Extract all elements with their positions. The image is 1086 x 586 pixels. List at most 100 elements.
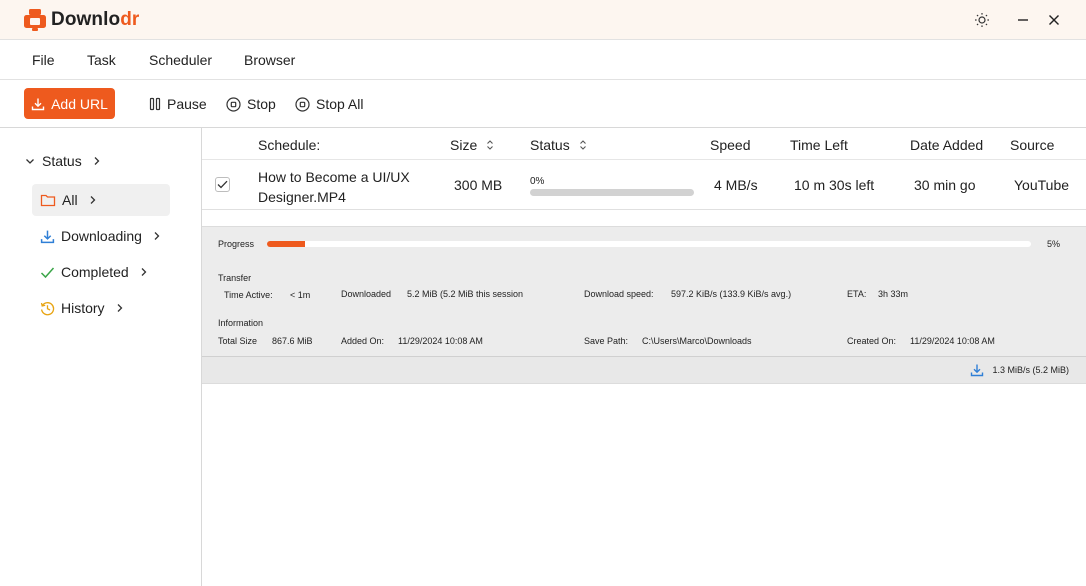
- close-button[interactable]: [1044, 10, 1064, 30]
- theme-toggle-button[interactable]: [972, 10, 992, 30]
- pause-button[interactable]: Pause: [149, 95, 207, 113]
- column-time-left[interactable]: Time Left: [790, 137, 848, 153]
- download-icon: [40, 230, 55, 243]
- sidebar-item-history[interactable]: History: [32, 292, 170, 324]
- menu-browser[interactable]: Browser: [244, 52, 295, 68]
- table-header: Schedule: Size Status Speed Time Left Da…: [202, 128, 1086, 160]
- sidebar-item-label: Completed: [61, 264, 129, 280]
- time-active-label: Time Active:: [224, 290, 273, 300]
- stop-button[interactable]: Stop: [226, 95, 276, 113]
- progress-percent: 5%: [1047, 239, 1061, 249]
- check-icon: [40, 267, 55, 278]
- column-source[interactable]: Source: [1010, 137, 1054, 153]
- sidebar-item-label: All: [62, 192, 78, 208]
- save-path-label: Save Path:: [584, 336, 629, 346]
- file-size: 300 MB: [454, 177, 503, 193]
- menu-task[interactable]: Task: [87, 52, 116, 68]
- eta-value: 3h 33m: [878, 289, 909, 299]
- eta-label: ETA:: [847, 289, 867, 299]
- minimize-button[interactable]: [1013, 10, 1033, 30]
- column-label: Speed: [710, 137, 751, 153]
- status-progress-bar: [530, 189, 694, 196]
- source: YouTube: [1014, 177, 1070, 193]
- column-label: Date Added: [910, 137, 984, 153]
- stop-all-label: Stop All: [316, 96, 364, 112]
- details-panel: Progress 5% Transfer Time Active: < 1m D…: [202, 226, 1086, 357]
- add-url-button[interactable]: Add URL: [24, 88, 115, 119]
- minimize-icon: [1018, 19, 1028, 21]
- status-percent: 0%: [530, 176, 545, 187]
- total-size-value: 867.6 MiB: [272, 336, 313, 346]
- sidebar: Status All Downloading Completed History: [0, 128, 202, 586]
- file-name-line1: How to Become a UI/UX: [258, 169, 410, 185]
- time-active-value: < 1m: [290, 290, 311, 300]
- details-progress-bar: [267, 241, 1031, 247]
- column-status[interactable]: Status: [530, 137, 588, 153]
- chevron-right-icon: [90, 196, 95, 204]
- app-title: Downlodr: [51, 9, 139, 31]
- file-name: How to Become a UI/UX Designer.MP4: [258, 167, 410, 207]
- toolbar: Add URL Pause Stop Stop All: [0, 80, 1086, 128]
- menu-scheduler[interactable]: Scheduler: [149, 52, 212, 68]
- column-label: Time Left: [790, 137, 848, 153]
- folder-icon: [40, 194, 56, 207]
- column-label: Size: [450, 137, 478, 153]
- column-label: Source: [1010, 137, 1055, 153]
- download-icon: [971, 364, 984, 377]
- column-date-added[interactable]: Date Added: [910, 137, 983, 153]
- history-icon: [40, 301, 55, 315]
- sort-icon: [579, 140, 586, 150]
- chevron-right-icon: [117, 304, 122, 312]
- save-path-value: C:\Users\Marco\Downloads: [642, 336, 752, 346]
- transfer-rate: 1.3 MiB/s (5.2 MiB): [970, 363, 1069, 377]
- sidebar-item-downloading[interactable]: Downloading: [32, 220, 170, 252]
- menu-file[interactable]: File: [32, 52, 55, 68]
- download-speed-label: Download speed:: [584, 289, 654, 299]
- transfer-rate-text: 1.3 MiB/s (5.2 MiB): [992, 365, 1069, 375]
- chevron-down-icon: [26, 159, 34, 164]
- close-icon: [1049, 15, 1059, 25]
- information-heading: Information: [218, 318, 264, 328]
- pause-icon: [149, 97, 161, 111]
- details-progress-fill: [267, 241, 306, 247]
- brand-suffix: dr: [120, 9, 140, 30]
- added-on-label: Added On:: [341, 336, 385, 346]
- brand-prefix: Downlo: [51, 9, 121, 30]
- column-label: Schedule:: [258, 137, 321, 153]
- sidebar-status-label: Status: [42, 153, 82, 169]
- sort-icon: [487, 140, 494, 150]
- chevron-right-icon: [154, 232, 160, 240]
- checkmark-icon: [217, 180, 228, 189]
- chevron-right-icon: [141, 268, 147, 276]
- stop-all-icon: [295, 96, 310, 112]
- download-speed: 4 MB/s: [714, 177, 758, 193]
- download-icon: [31, 98, 45, 110]
- transfer-heading: Transfer: [218, 273, 252, 283]
- stop-label: Stop: [247, 96, 276, 112]
- column-speed[interactable]: Speed: [710, 137, 750, 153]
- download-speed-value: 597.2 KiB/s (133.9 KiB/s avg.): [671, 289, 792, 299]
- date-added: 30 min go: [914, 177, 976, 193]
- sidebar-item-all[interactable]: All: [32, 184, 170, 216]
- pause-label: Pause: [167, 96, 207, 112]
- added-on-value: 11/29/2024 10:08 AM: [398, 336, 483, 346]
- progress-label: Progress: [218, 239, 255, 249]
- stop-all-button[interactable]: Stop All: [295, 95, 363, 113]
- sidebar-item-label: History: [61, 300, 105, 316]
- column-schedule[interactable]: Schedule:: [258, 137, 320, 153]
- column-size[interactable]: Size: [450, 137, 495, 153]
- created-on-value: 11/29/2024 10:08 AM: [910, 336, 995, 346]
- time-left: 10 m 30s left: [794, 177, 875, 193]
- sidebar-status-group[interactable]: Status: [24, 152, 102, 170]
- status-bar: 1.3 MiB/s (5.2 MiB): [202, 357, 1086, 384]
- row-checkbox[interactable]: [215, 177, 230, 192]
- column-label: Status: [530, 137, 570, 153]
- sidebar-item-completed[interactable]: Completed: [32, 256, 170, 288]
- file-name-line2: Designer.MP4: [258, 189, 346, 205]
- sun-icon: [975, 13, 989, 27]
- table-row[interactable]: How to Become a UI/UX Designer.MP4 300 M…: [202, 160, 1086, 210]
- app-logo-icon: [24, 9, 46, 31]
- created-on-label: Created On:: [847, 336, 897, 346]
- add-url-label: Add URL: [51, 95, 108, 112]
- title-bar: Downlodr: [0, 0, 1086, 40]
